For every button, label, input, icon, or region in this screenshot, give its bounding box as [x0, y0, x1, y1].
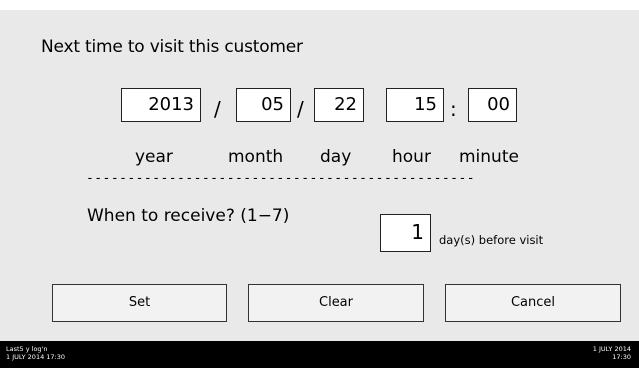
status-left-line2: 1 JULY 2014 17:30: [6, 352, 66, 361]
cancel-button[interactable]: Cancel: [445, 284, 621, 322]
day-input[interactable]: 22: [314, 88, 364, 122]
divider: ----------------------------------------…: [86, 171, 476, 186]
clear-button[interactable]: Clear: [248, 284, 424, 322]
minute-input[interactable]: 00: [468, 88, 517, 122]
status-right: 1 JULY 2014 17:30: [593, 345, 631, 361]
status-left: Last5 y log'n 1 JULY 2014 17:30: [6, 345, 66, 361]
status-bar: Last5 y log'n 1 JULY 2014 17:30 1 JULY 2…: [0, 341, 639, 368]
year-label: year: [135, 147, 173, 167]
date-separator: /: [297, 97, 304, 121]
set-button[interactable]: Set: [52, 284, 227, 322]
hour-label: hour: [392, 147, 431, 167]
minute-label: minute: [459, 147, 519, 167]
dialog-title: Next time to visit this customer: [41, 37, 303, 57]
receive-label: When to receive? (1−7): [87, 206, 290, 226]
hour-input[interactable]: 15: [386, 88, 444, 122]
month-input[interactable]: 05: [236, 88, 291, 122]
year-input[interactable]: 2013: [121, 88, 201, 122]
date-separator: /: [214, 97, 221, 121]
time-separator: :: [450, 97, 457, 121]
receive-days-input[interactable]: 1: [380, 214, 431, 252]
status-time: 17:30: [612, 352, 631, 361]
day-label: day: [320, 147, 352, 167]
month-label: month: [228, 147, 284, 167]
receive-suffix: day(s) before visit: [439, 233, 544, 247]
